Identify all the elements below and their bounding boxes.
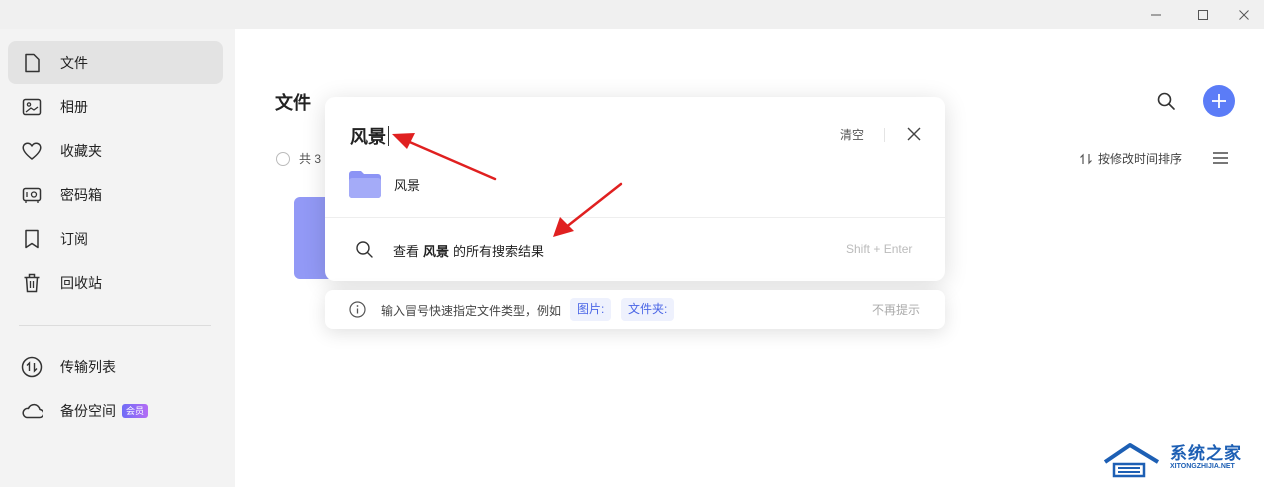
sidebar-divider — [19, 325, 211, 326]
watermark-title: 系统之家 — [1170, 444, 1242, 463]
album-icon — [21, 96, 43, 118]
sidebar-item-favorites[interactable]: 收藏夹 — [8, 129, 223, 172]
sort-label: 按修改时间排序 — [1098, 152, 1183, 166]
sidebar-item-trash[interactable]: 回收站 — [8, 261, 223, 304]
shortcut-hint: Shift + Enter — [846, 242, 913, 256]
cloud-icon — [21, 400, 43, 422]
trash-icon — [21, 272, 43, 294]
watermark-subtitle: XITONGZHIJIA.NET — [1170, 463, 1235, 470]
close-search-button[interactable] — [905, 125, 923, 143]
tip-bar: 输入冒号快速指定文件类型，例如 图片: 文件夹: 不再提示 — [325, 290, 945, 329]
tip-text: 输入冒号快速指定文件类型，例如 — [381, 304, 562, 318]
sidebar-item-transfers[interactable]: 传输列表 — [8, 345, 223, 388]
sort-button[interactable]: 按修改时间排序 — [1079, 150, 1182, 167]
window-close-button[interactable] — [1224, 0, 1264, 29]
search-result-item[interactable]: 风景 — [348, 170, 420, 198]
maximize-icon — [1198, 9, 1208, 20]
sidebar-item-label: 密码箱 — [60, 186, 102, 203]
text-caret — [388, 126, 389, 146]
watermark-logo-icon — [1103, 443, 1160, 478]
view-all-suffix: 的所有搜索结果 — [453, 243, 545, 259]
page-title: 文件 — [275, 93, 311, 113]
view-all-keyword: 风景 — [423, 243, 450, 259]
minimize-button[interactable] — [1136, 0, 1176, 29]
heart-icon — [21, 140, 43, 162]
search-input[interactable]: 风景 — [350, 123, 389, 149]
sidebar-item-label: 回收站 — [60, 274, 102, 291]
sidebar-item-label: 订阅 — [60, 230, 88, 247]
sidebar-item-files[interactable]: 文件 — [8, 41, 223, 84]
search-icon — [1157, 92, 1175, 110]
sidebar: 文件 相册 收藏夹 密码箱 订阅 回收站 传输列表 备份空间 会员 — [0, 29, 235, 487]
title-bar — [0, 0, 1264, 29]
folder-icon — [349, 171, 381, 198]
transfer-icon — [21, 356, 43, 378]
close-icon — [907, 127, 921, 141]
view-all-results[interactable]: 查看 风景 的所有搜索结果 — [355, 240, 544, 260]
search-icon — [356, 241, 373, 258]
safe-icon — [21, 184, 43, 206]
list-view-icon[interactable] — [1213, 152, 1228, 164]
popup-divider — [325, 217, 945, 218]
file-count: 共 3 — [299, 152, 322, 166]
bookmark-icon — [21, 228, 43, 250]
sort-icon — [1080, 153, 1092, 164]
sidebar-item-label: 文件 — [60, 54, 88, 71]
minimize-icon — [1151, 14, 1161, 15]
clear-button[interactable]: 清空 — [840, 126, 864, 143]
separator — [884, 128, 885, 142]
maximize-button[interactable] — [1183, 0, 1223, 29]
file-icon — [21, 52, 43, 74]
plus-icon — [1212, 94, 1226, 108]
sidebar-item-subscriptions[interactable]: 订阅 — [8, 217, 223, 260]
vip-badge: 会员 — [122, 403, 149, 418]
search-query: 风景 — [350, 127, 386, 147]
select-all-checkbox[interactable] — [276, 151, 290, 166]
sidebar-item-label: 备份空间 — [60, 402, 116, 419]
sidebar-item-album[interactable]: 相册 — [8, 85, 223, 128]
info-icon — [349, 301, 366, 318]
sidebar-item-safe[interactable]: 密码箱 — [8, 173, 223, 216]
dismiss-tip-button[interactable]: 不再提示 — [872, 301, 920, 318]
result-name: 风景 — [394, 177, 421, 193]
search-popup: 风景 清空 风景 查看 风景 的所有搜索结果 Shift + Enter — [325, 97, 945, 281]
select-all-row: 共 3 — [276, 150, 321, 167]
close-icon — [1239, 9, 1249, 20]
sidebar-item-label: 收藏夹 — [60, 142, 102, 159]
add-button[interactable] — [1203, 85, 1235, 117]
view-all-prefix: 查看 — [393, 243, 420, 259]
sidebar-item-label: 传输列表 — [60, 358, 116, 375]
sidebar-item-backup[interactable]: 备份空间 会员 — [8, 389, 223, 432]
chip-folders[interactable]: 文件夹: — [621, 298, 675, 321]
chip-images[interactable]: 图片: — [570, 298, 612, 321]
sidebar-item-label: 相册 — [60, 98, 88, 115]
search-button[interactable] — [1154, 89, 1178, 113]
